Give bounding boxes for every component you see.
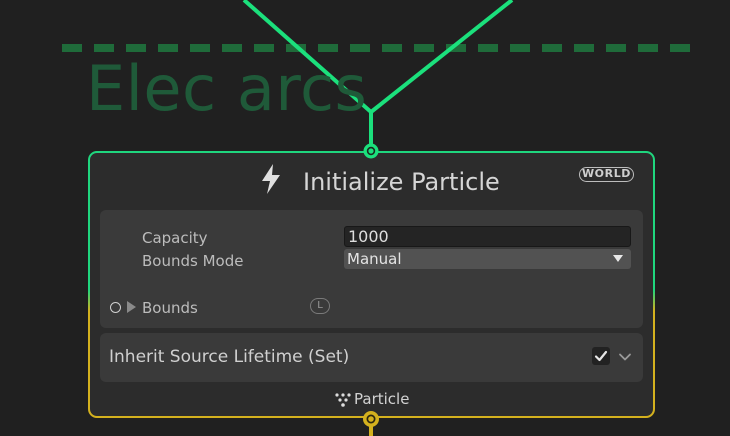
node-title[interactable]: Initialize Particle	[303, 168, 500, 196]
bounds-mode-value: Manual	[347, 250, 402, 268]
block-title: Inherit Source Lifetime (Set)	[109, 347, 350, 367]
checkmark-icon	[594, 350, 608, 362]
world-space-badge[interactable]: WORLD	[579, 167, 634, 182]
particle-icon	[335, 393, 351, 407]
output-label: Particle	[354, 390, 410, 408]
expand-arrow-icon[interactable]	[127, 301, 136, 313]
bounds-input-port[interactable]	[110, 302, 121, 313]
group-title[interactable]: Elec arcs	[86, 58, 367, 120]
bounds-mode-dropdown[interactable]: Manual	[344, 249, 631, 269]
local-space-badge[interactable]: L	[310, 298, 330, 314]
capacity-label: Capacity	[142, 229, 208, 247]
dropdown-arrow-icon	[613, 255, 623, 262]
bounds-label: Bounds	[142, 299, 198, 317]
chevron-down-icon[interactable]	[618, 350, 632, 364]
bounds-mode-label: Bounds Mode	[142, 252, 244, 270]
lightning-bolt-icon	[262, 164, 280, 194]
output-flow-port[interactable]	[363, 411, 379, 427]
capacity-input[interactable]: 1000	[344, 226, 631, 247]
input-flow-port[interactable]	[363, 143, 379, 159]
block-enabled-checkbox[interactable]	[592, 347, 610, 365]
